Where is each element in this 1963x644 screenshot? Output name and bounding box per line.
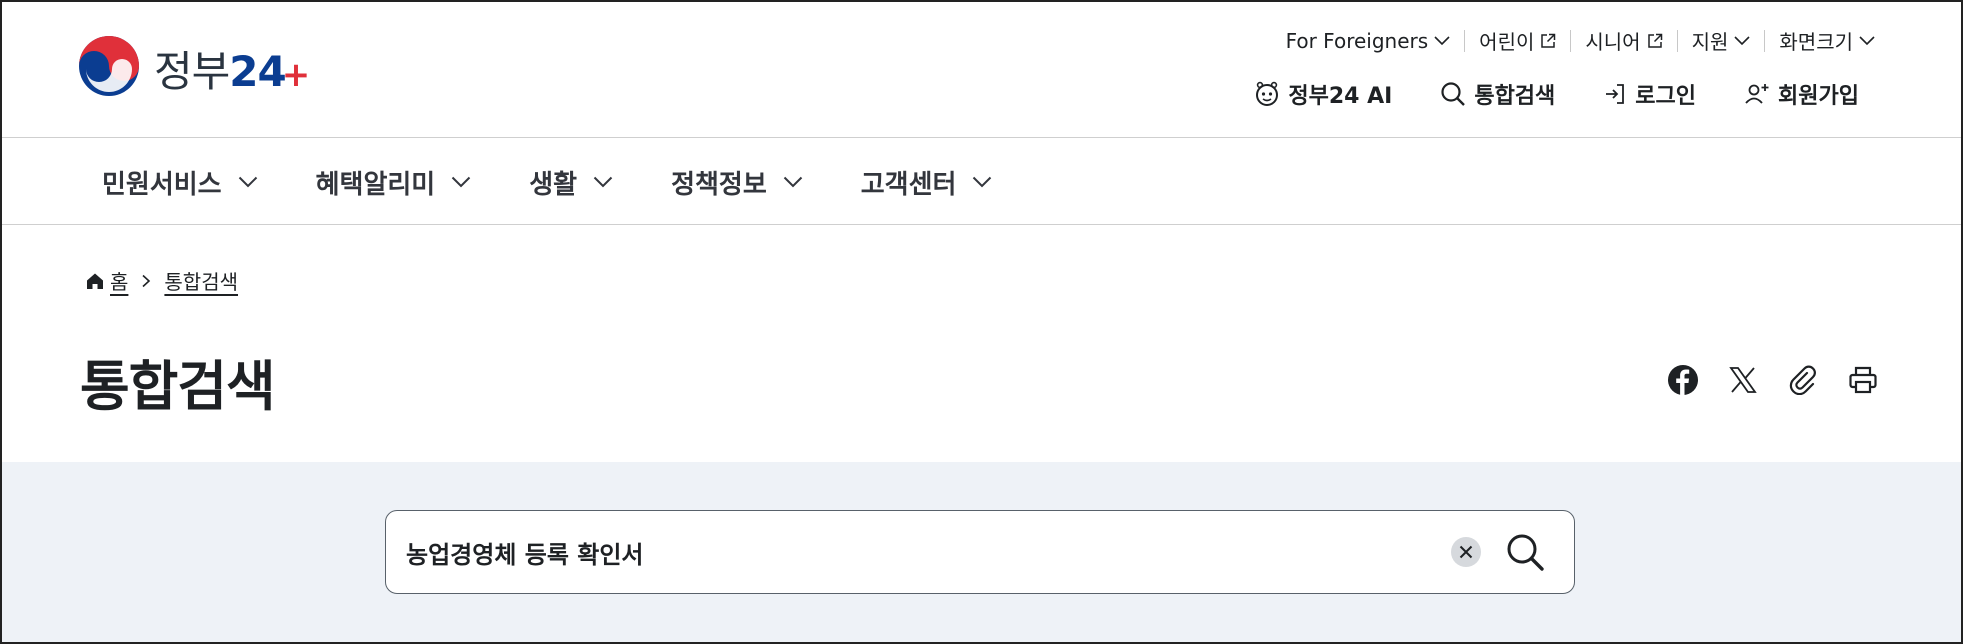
utility-label: 시니어	[1585, 30, 1641, 54]
close-icon	[1459, 545, 1473, 559]
quick-search-button[interactable]: 통합검색	[1440, 78, 1555, 110]
page-frame: 정부 24 + For Foreigners 어린이 시니어 지원 화면크기 정…	[0, 0, 1963, 644]
link-clip-icon[interactable]	[1787, 364, 1819, 396]
print-icon[interactable]	[1847, 364, 1879, 396]
chevron-down-icon	[973, 176, 992, 188]
chevron-down-icon	[783, 176, 802, 188]
main-nav-benefits[interactable]: 혜택알리미	[316, 164, 472, 201]
login-icon	[1606, 84, 1625, 104]
logo-number: 24	[229, 46, 286, 96]
logo-text: 정부	[154, 46, 230, 96]
utility-nav: For Foreigners 어린이 시니어 지원 화면크기	[1272, 26, 1875, 55]
main-nav-label: 민원서비스	[102, 169, 222, 200]
chevron-down-icon	[593, 176, 613, 188]
quick-label: 통합검색	[1474, 84, 1556, 109]
utility-for-foreigners[interactable]: For Foreigners	[1272, 29, 1465, 53]
search-icon	[1507, 534, 1544, 571]
site-logo[interactable]: 정부 24 +	[78, 35, 310, 101]
x-icon[interactable]	[1727, 364, 1759, 396]
logo-wordmark: 정부 24 +	[154, 38, 310, 99]
search-icon	[1441, 82, 1466, 106]
utility-label: 화면크기	[1779, 30, 1853, 54]
ai-bot-icon	[1256, 81, 1279, 106]
utility-kids[interactable]: 어린이	[1465, 26, 1570, 55]
utility-senior[interactable]: 시니어	[1571, 26, 1676, 55]
main-navigation: 민원서비스 혜택알리미 생활 정책정보 고객센터	[2, 139, 1961, 225]
quick-nav: 정부24 AI 통합검색 로그인 회원가입	[1254, 78, 1859, 110]
site-header: 정부 24 + For Foreigners 어린이 시니어 지원 화면크기 정…	[2, 2, 1961, 138]
quick-label: 회원가입	[1778, 84, 1859, 109]
user-plus-icon	[1745, 84, 1769, 104]
taegeuk-emblem-icon	[78, 35, 140, 101]
utility-support[interactable]: 지원	[1678, 26, 1765, 55]
utility-screen-size[interactable]: 화면크기	[1765, 26, 1875, 55]
chevron-down-icon	[452, 176, 471, 188]
chevron-down-icon	[238, 176, 257, 188]
chevron-down-icon	[1859, 35, 1875, 45]
quick-label: 로그인	[1635, 84, 1697, 109]
breadcrumb-home[interactable]: 홈	[86, 266, 128, 295]
clear-search-button[interactable]	[1451, 537, 1481, 567]
home-icon	[87, 273, 103, 289]
main-nav-list: 민원서비스 혜택알리미 생활 정책정보 고객센터	[102, 139, 1050, 225]
chevron-down-icon	[1434, 35, 1450, 45]
breadcrumb-home-label: 홈	[110, 270, 129, 294]
chevron-down-icon	[1734, 35, 1750, 45]
main-nav-label: 생활	[529, 169, 578, 200]
quick-ai-button[interactable]: 정부24 AI	[1254, 78, 1392, 110]
chevron-right-icon	[142, 274, 151, 287]
breadcrumb: 홈 통합검색	[86, 266, 238, 295]
main-nav-label: 정책정보	[671, 169, 767, 200]
external-link-icon	[1647, 33, 1662, 48]
main-nav-label: 혜택알리미	[315, 169, 436, 200]
search-box	[385, 510, 1575, 594]
main-nav-policy[interactable]: 정책정보	[671, 164, 803, 201]
main-nav-civil-services[interactable]: 민원서비스	[102, 164, 258, 201]
quick-label: 정부24 AI	[1288, 84, 1393, 109]
utility-label: 지원	[1691, 30, 1729, 54]
quick-signup-button[interactable]: 회원가입	[1744, 78, 1859, 110]
page-title: 통합검색	[80, 355, 276, 418]
share-toolbar	[1667, 364, 1879, 396]
utility-label: For Foreigners	[1285, 28, 1429, 53]
utility-label: 어린이	[1479, 30, 1535, 54]
external-link-icon	[1541, 33, 1556, 48]
facebook-icon[interactable]	[1667, 364, 1699, 396]
quick-login-button[interactable]: 로그인	[1603, 78, 1696, 110]
main-nav-customer-center[interactable]: 고객센터	[861, 164, 993, 201]
search-input[interactable]	[406, 511, 1406, 593]
logo-plus: +	[281, 54, 310, 95]
main-nav-label: 고객센터	[860, 169, 957, 200]
breadcrumb-current[interactable]: 통합검색	[164, 266, 238, 295]
search-submit-button[interactable]	[1504, 531, 1546, 573]
main-nav-life[interactable]: 생활	[529, 164, 613, 201]
